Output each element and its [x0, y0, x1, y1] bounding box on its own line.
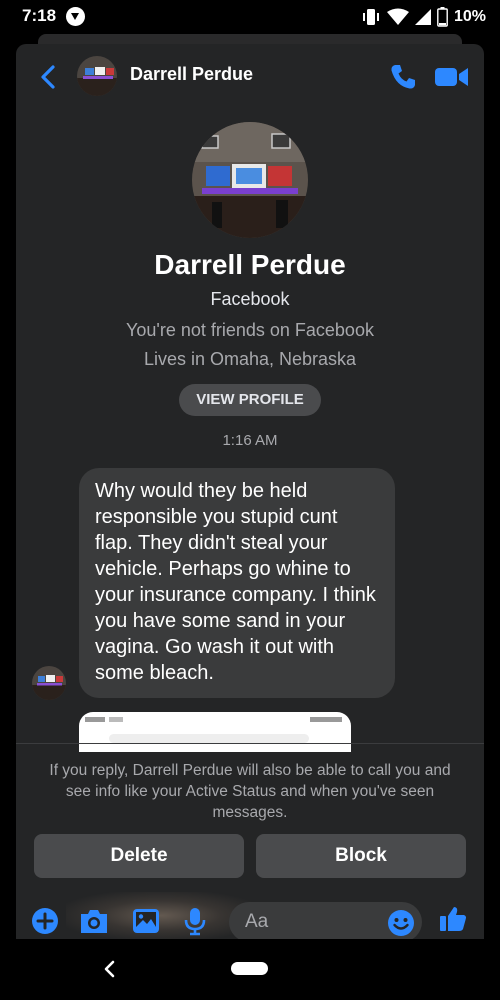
status-bar: 7:18 10% [0, 0, 500, 34]
microphone-icon[interactable] [180, 906, 210, 936]
attachment-preview-status [85, 717, 342, 722]
profile-name: Darrell Perdue [154, 249, 346, 280]
camera-icon[interactable] [79, 906, 109, 936]
contact-name[interactable]: Darrell Perdue [130, 64, 253, 85]
friendship-status: You're not friends on Facebook [126, 320, 374, 340]
attachment-preview-search [109, 734, 309, 743]
image-icon[interactable] [131, 906, 161, 936]
vibrate-icon [362, 9, 379, 25]
nav-back-icon[interactable] [102, 959, 118, 979]
message-bubble[interactable]: Why would they be held responsible you s… [79, 468, 395, 698]
screenshot-attachment[interactable] [79, 712, 351, 752]
signal-icon [414, 9, 431, 25]
nav-home-pill[interactable] [231, 962, 268, 975]
request-notice: If you reply, Darrell Perdue will also b… [49, 762, 451, 821]
view-profile-button[interactable]: VIEW PROFILE [179, 384, 321, 416]
status-time: 7:18 [22, 6, 57, 25]
status-indicators: 10% [361, 6, 486, 28]
profile-platform: Facebook [210, 289, 290, 309]
sender-avatar[interactable] [32, 666, 66, 700]
block-button[interactable]: Block [256, 834, 466, 878]
profile-location: Lives in Omaha, Nebraska [143, 349, 357, 369]
delete-button[interactable]: Delete [34, 834, 244, 878]
divider [16, 743, 484, 744]
system-nav-bar [0, 939, 500, 1000]
emoji-icon[interactable] [386, 908, 416, 938]
battery-icon [437, 7, 448, 27]
profile-avatar[interactable] [192, 122, 308, 238]
plus-icon[interactable] [30, 906, 60, 936]
message-timestamp: 1:16 AM [222, 432, 278, 449]
chat-header: Darrell Perdue [16, 44, 484, 108]
message-request-sheet: Darrell Perdue Darrell Perdue Facebook Y… [16, 44, 484, 939]
wifi-icon [386, 8, 409, 25]
message-input-placeholder: Aa [245, 911, 269, 932]
phone-icon[interactable] [388, 62, 418, 92]
composer-bar: Aa [16, 892, 484, 939]
header-avatar[interactable] [77, 56, 117, 96]
notification-icon [66, 7, 85, 26]
thumbs-up-icon[interactable] [438, 904, 468, 934]
back-chevron-icon[interactable] [36, 64, 62, 90]
battery-percent: 10% [453, 8, 486, 25]
video-camera-icon[interactable] [434, 64, 470, 90]
